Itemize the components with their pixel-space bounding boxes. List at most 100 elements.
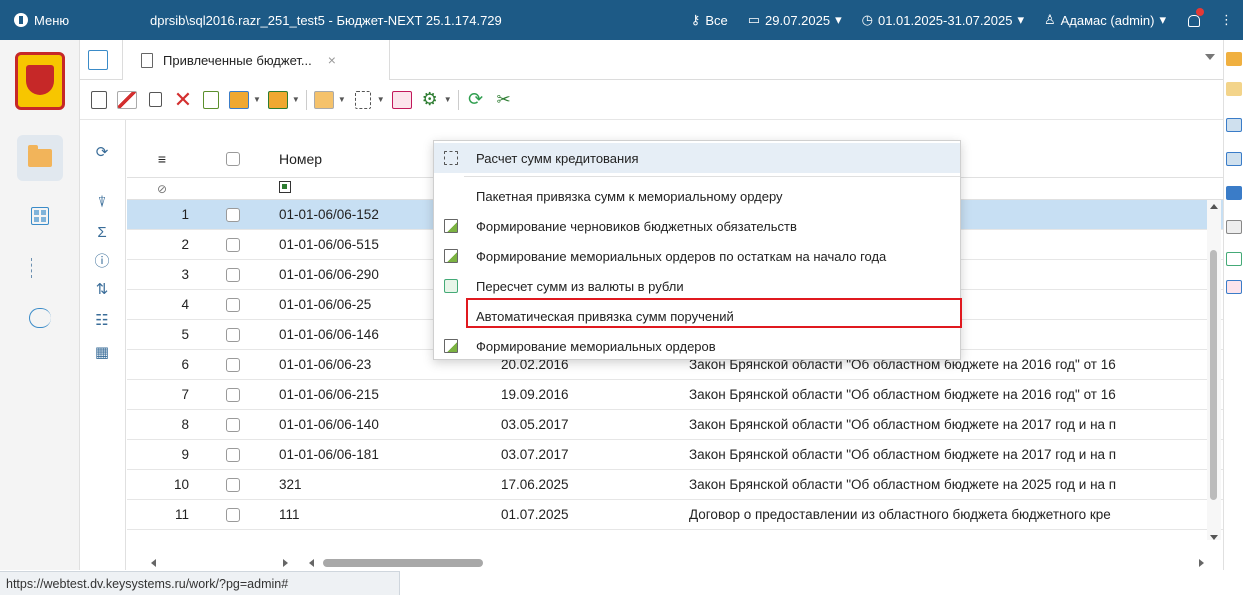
scroll-thumb[interactable] — [1210, 250, 1217, 500]
scroll-right-icon[interactable] — [283, 559, 288, 567]
row-checkbox[interactable] — [197, 417, 269, 432]
edit-button[interactable] — [116, 89, 138, 111]
date-selector[interactable]: ▭ 29.07.2025 ▾ — [748, 12, 842, 28]
settings-button[interactable]: ⚙ — [419, 89, 441, 111]
menu-item-batch-binding[interactable]: Пакетная привязка сумм к мемориальному о… — [434, 181, 960, 211]
row-checkbox[interactable] — [197, 447, 269, 462]
calc-icon — [444, 151, 458, 165]
report-button[interactable] — [391, 89, 413, 111]
checkbox[interactable] — [226, 507, 240, 522]
tab-borrowed-budget[interactable]: Привлеченные бюджет... × — [122, 40, 390, 80]
user-selector[interactable]: ♙ Адамас (admin) ▾ — [1044, 12, 1166, 28]
select-all-checkbox[interactable] — [197, 151, 269, 166]
refresh-button[interactable]: ⟳ — [465, 89, 487, 111]
chevron-down-icon[interactable]: ▼ — [292, 95, 300, 104]
tools-button[interactable]: ✂ — [493, 89, 515, 111]
menu-item-credit-calc[interactable]: Расчет сумм кредитования — [434, 143, 960, 173]
user-panel-icon[interactable] — [1226, 52, 1242, 66]
row-checkbox[interactable] — [197, 327, 269, 342]
checkbox[interactable] — [226, 417, 240, 432]
scroll-left-icon[interactable] — [151, 559, 156, 567]
vertical-scrollbar[interactable] — [1207, 200, 1221, 540]
menu-item-memorial-orders-balance[interactable]: Формирование мемориальных ордеров по ост… — [434, 241, 960, 271]
scroll-thumb[interactable] — [323, 559, 483, 567]
menu-item-label: Формирование черновиков бюджетных обязат… — [476, 218, 797, 234]
scroll-left-icon[interactable] — [309, 559, 314, 567]
checkbox[interactable] — [226, 327, 240, 342]
report-icon[interactable] — [1226, 220, 1242, 234]
lock-icon[interactable] — [1226, 82, 1242, 96]
checkbox[interactable] — [226, 237, 240, 252]
checkbox[interactable] — [226, 357, 240, 372]
scroll-up-icon[interactable] — [1210, 204, 1218, 209]
delete-button[interactable]: ✕ — [172, 88, 194, 111]
checkbox[interactable] — [226, 297, 240, 312]
info-icon[interactable]: ⓘ — [90, 248, 114, 272]
sql-icon[interactable] — [1226, 152, 1242, 166]
horizontal-scrollbar[interactable] — [127, 557, 1223, 569]
scissors-icon[interactable] — [1226, 252, 1242, 266]
chevron-down-icon[interactable]: ▼ — [338, 95, 346, 104]
grid-settings-icon[interactable]: ▦ — [90, 340, 114, 364]
print-button[interactable] — [313, 89, 335, 111]
chevron-down-icon[interactable]: ▼ — [444, 95, 452, 104]
export-button[interactable] — [228, 89, 250, 111]
sql-icon[interactable] — [1226, 118, 1242, 132]
row-checkbox[interactable] — [197, 207, 269, 222]
dashboard-icon[interactable] — [17, 193, 63, 239]
filter-icon[interactable] — [1226, 186, 1242, 200]
filter-icon[interactable]: ⍒ — [90, 190, 114, 214]
scroll-right-icon[interactable] — [1199, 559, 1204, 567]
refresh-icon[interactable]: ⟳ — [90, 140, 114, 164]
row-checkbox[interactable] — [197, 477, 269, 492]
checkbox[interactable] — [226, 207, 240, 222]
checkbox[interactable] — [226, 267, 240, 282]
chevron-down-icon[interactable]: ▼ — [253, 95, 261, 104]
menu-item-currency-recalc[interactable]: Пересчет сумм из валюты в рубли — [434, 271, 960, 301]
home-tab-icon[interactable] — [88, 50, 108, 70]
folder-icon[interactable] — [17, 135, 63, 181]
menu-item-draft-obligations[interactable]: Формирование черновиков бюджетных обязат… — [434, 211, 960, 241]
row-checkbox[interactable] — [197, 297, 269, 312]
row-checkbox[interactable] — [197, 267, 269, 282]
filter-selector[interactable]: ⚷ Все — [691, 12, 728, 28]
close-icon[interactable]: × — [328, 52, 336, 68]
workflow-icon[interactable] — [17, 295, 63, 341]
new-button[interactable] — [88, 89, 110, 111]
row-checkbox[interactable] — [197, 237, 269, 252]
menu-item-memorial-orders[interactable]: Формирование мемориальных ордеров — [434, 331, 960, 361]
table-row[interactable]: 10 321 17.06.2025 Закон Брянской области "О… — [127, 470, 1223, 500]
bell-icon[interactable] — [1186, 8, 1204, 28]
table-row[interactable]: 11 111 01.07.2025 Договор о предоставлении … — [127, 500, 1223, 530]
row-checkbox[interactable] — [197, 507, 269, 522]
table-row[interactable]: 9 01-01-06/06-181 03.07.2017 Закон Брянской… — [127, 440, 1223, 470]
table-row[interactable]: 8 01-01-06/06-140 03.05.2017 Закон Брянской… — [127, 410, 1223, 440]
filter-select-icon[interactable] — [279, 181, 291, 193]
period-selector[interactable]: ◷ 01.01.2025-31.07.2025 ▾ — [862, 12, 1024, 28]
checkbox[interactable] — [226, 477, 240, 492]
menu-button[interactable]: Меню — [0, 0, 110, 40]
tree-icon[interactable] — [17, 245, 63, 291]
row-checkbox[interactable] — [197, 357, 269, 372]
more-icon[interactable]: ⋮ — [1220, 12, 1233, 28]
tabs-chevron-icon[interactable] — [1205, 54, 1215, 60]
column-settings-icon[interactable]: ☷ — [90, 308, 114, 332]
checkbox[interactable] — [226, 387, 240, 402]
copy-icon — [148, 92, 162, 107]
sort-icon[interactable]: ⇅ — [90, 277, 114, 301]
calendar-error-icon[interactable] — [1226, 280, 1242, 294]
import-button[interactable] — [267, 89, 289, 111]
row-checkbox[interactable] — [197, 387, 269, 402]
view-button[interactable] — [200, 89, 222, 111]
chevron-down-icon: ▾ — [1159, 12, 1166, 27]
checkbox[interactable] — [226, 447, 240, 462]
sum-icon[interactable]: Σ — [90, 220, 114, 244]
copy-button[interactable] — [144, 89, 166, 111]
chevron-down-icon[interactable]: ▼ — [377, 95, 385, 104]
calc-button[interactable] — [352, 89, 374, 111]
clear-filter-icon[interactable]: ⊘ — [127, 182, 197, 196]
menu-item-auto-binding[interactable]: Автоматическая привязка сумм поручений — [434, 301, 960, 331]
scroll-down-icon[interactable] — [1210, 535, 1218, 540]
grid-menu-icon[interactable]: ≡ — [127, 151, 197, 167]
table-row[interactable]: 7 01-01-06/06-215 19.09.2016 Закон Брянской… — [127, 380, 1223, 410]
